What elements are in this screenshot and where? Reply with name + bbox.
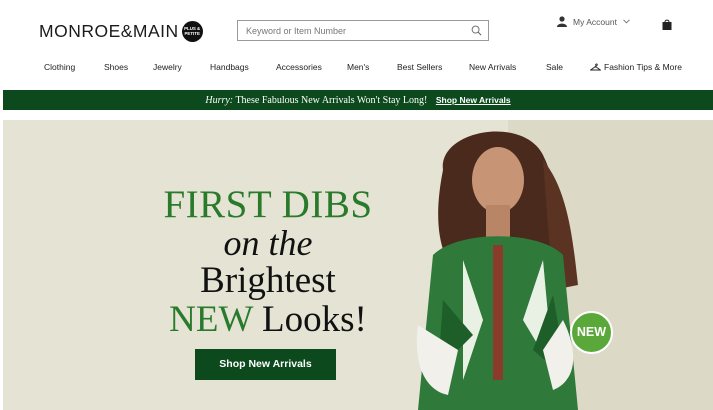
search-input[interactable]: [238, 21, 458, 41]
search-icon[interactable]: [471, 25, 482, 36]
hero-banner[interactable]: FIRST DIBS on the Brightest NEW Looks! S…: [3, 120, 713, 410]
headline-line-1: FIRST DIBS: [163, 183, 373, 226]
nav-item-mens[interactable]: Men's: [347, 62, 369, 72]
nav-item-jewelry[interactable]: Jewelry: [153, 62, 182, 72]
promo-bar: Hurry: These Fabulous New Arrivals Won't…: [3, 90, 713, 110]
headline-looks: Looks!: [262, 299, 367, 340]
nav-item-accessories[interactable]: Accessories: [276, 62, 322, 72]
shopping-bag-icon[interactable]: [662, 19, 672, 30]
nav-item-handbags[interactable]: Handbags: [210, 62, 249, 72]
nav-item-clothing[interactable]: Clothing: [44, 62, 75, 72]
account-label: My Account: [573, 16, 617, 27]
headline-line-2: on the: [223, 223, 313, 263]
account-menu[interactable]: My Account: [557, 16, 630, 27]
nav-item-fashion-tips[interactable]: Fashion Tips & More: [590, 62, 682, 72]
nav-item-label: Fashion Tips & More: [604, 62, 682, 72]
nav-item-new-arrivals[interactable]: New Arrivals: [469, 62, 516, 72]
promo-shop-link[interactable]: Shop New Arrivals: [436, 95, 511, 105]
user-icon: [557, 16, 567, 27]
headline-new: NEW: [169, 299, 253, 340]
plus-petite-badge: PLUS & PETITE: [181, 20, 203, 42]
promo-message: These Fabulous New Arrivals Won't Stay L…: [235, 95, 428, 106]
brand-logo[interactable]: MONROE&MAIN PLUS & PETITE: [39, 18, 203, 44]
brand-name: MONROE&MAIN: [39, 20, 179, 41]
search-box: [237, 20, 489, 41]
nav-item-best-sellers[interactable]: Best Sellers: [397, 62, 442, 72]
hero-headline: FIRST DIBS on the Brightest NEW Looks!: [163, 183, 373, 340]
headline-line-4: NEW Looks!: [163, 300, 373, 340]
promo-hurry: Hurry:: [205, 95, 234, 106]
main-nav: Clothing Shoes Jewelry Handbags Accessor…: [0, 62, 713, 76]
site-header: MONROE&MAIN PLUS & PETITE My Account Clo…: [0, 0, 713, 88]
headline-line-3: Brightest: [200, 260, 336, 301]
nav-item-sale[interactable]: Sale: [546, 62, 563, 72]
model-image: [416, 131, 578, 410]
shop-new-arrivals-button[interactable]: Shop New Arrivals: [195, 349, 336, 380]
chevron-down-icon: [623, 19, 630, 24]
nav-item-shoes[interactable]: Shoes: [104, 62, 128, 72]
hanger-icon: [590, 63, 601, 71]
new-badge: NEW: [570, 311, 613, 354]
